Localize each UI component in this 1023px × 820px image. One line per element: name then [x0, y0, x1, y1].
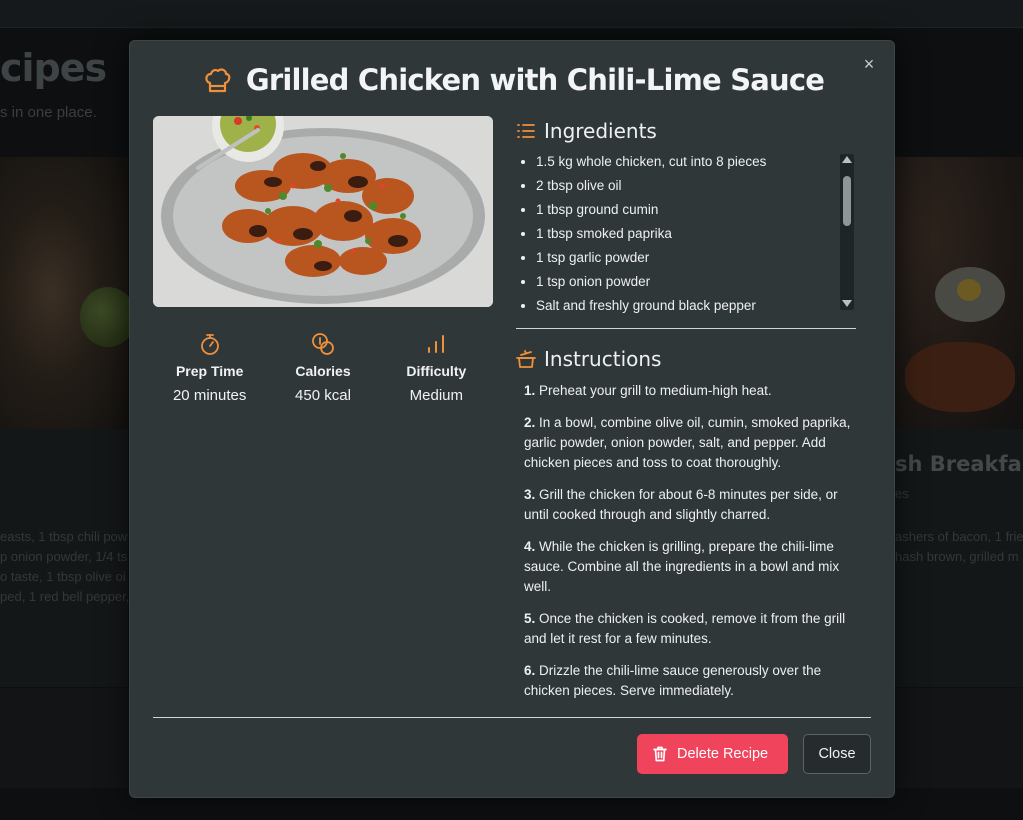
- instruction-step: 2. In a bowl, combine olive oil, cumin, …: [524, 413, 854, 473]
- background-recipe-image-right: [895, 157, 1023, 429]
- scroll-down-arrow-icon[interactable]: [842, 300, 852, 307]
- step-number: 5.: [524, 611, 536, 626]
- step-text: Once the chicken is cooked, remove it fr…: [524, 611, 846, 646]
- signal-bars-icon: [428, 335, 445, 353]
- divider: [516, 328, 856, 329]
- background-page-subtitle: s in one place.: [0, 104, 97, 121]
- ingredients-heading: Ingredients: [544, 119, 657, 143]
- ingredient-item: 1 tsp onion powder: [536, 272, 856, 296]
- step-number: 6.: [524, 663, 536, 678]
- stopwatch-icon: [200, 334, 219, 355]
- recipe-modal: × Grilled Chicken with Chili-Lime Sauce: [129, 40, 895, 798]
- ingredient-item: 1.5 kg whole chicken, cut into 8 pieces: [536, 152, 856, 176]
- step-number: 3.: [524, 487, 536, 502]
- background-card-text-line: p onion powder, 1/4 ts: [0, 549, 128, 564]
- background-card-text-line: ped, 1 red bell pepper,: [0, 589, 130, 604]
- lime-wedge: [80, 287, 136, 347]
- delete-recipe-label: Delete Recipe: [677, 746, 769, 762]
- stat-label: Prep Time: [175, 363, 244, 379]
- scroll-up-arrow-icon[interactable]: [842, 156, 852, 163]
- ingredients-header: Ingredients: [516, 119, 657, 143]
- beans: [905, 342, 1015, 412]
- background-card-subtitle: es: [895, 486, 909, 501]
- recipe-photo-illustration: [153, 116, 493, 307]
- background-page-heading: cipes: [0, 46, 107, 90]
- recipe-title: Grilled Chicken with Chili-Lime Sauce: [245, 63, 825, 97]
- step-text: Drizzle the chili-lime sauce generously …: [524, 663, 822, 698]
- step-number: 1.: [524, 383, 536, 398]
- instructions-header: Instructions: [516, 347, 661, 371]
- instruction-step: 6. Drizzle the chili-lime sauce generous…: [524, 661, 854, 701]
- step-number: 4.: [524, 539, 536, 554]
- footer-divider: [153, 717, 871, 718]
- ingredient-item: 1 tsp garlic powder: [536, 248, 856, 272]
- stat-difficulty: Difficulty Medium: [380, 331, 493, 404]
- instructions-list: 1. Preheat your grill to medium-high hea…: [524, 381, 854, 713]
- ingredients-scrollbar[interactable]: [840, 154, 854, 310]
- delete-recipe-button[interactable]: Delete Recipe: [637, 734, 788, 774]
- step-number: 2.: [524, 415, 536, 430]
- background-card-text-line: easts, 1 tbsp chili pow: [0, 529, 128, 544]
- coins-icon: [312, 333, 334, 355]
- instruction-step: 5. Once the chicken is cooked, remove it…: [524, 609, 854, 649]
- step-text: Grill the chicken for about 6-8 minutes …: [524, 487, 838, 522]
- trash-icon: [653, 746, 667, 762]
- ingredients-scroll-area[interactable]: 1.5 kg whole chicken, cut into 8 pieces …: [516, 152, 856, 314]
- scrollbar-thumb[interactable]: [843, 176, 851, 226]
- instruction-step: 3. Grill the chicken for about 6-8 minut…: [524, 485, 854, 525]
- ingredient-item: 1 tbsp smoked paprika: [536, 224, 856, 248]
- ingredient-item: 1 tbsp ground cumin: [536, 200, 856, 224]
- stat-label: Difficulty: [406, 363, 467, 379]
- instruction-step: 1. Preheat your grill to medium-high hea…: [524, 381, 854, 401]
- chef-hat-icon: [205, 68, 231, 93]
- ingredient-item: 2 tbsp olive oil: [536, 176, 856, 200]
- background-card-title: sh Breakfast: [895, 452, 1023, 476]
- instructions-heading: Instructions: [544, 347, 662, 371]
- step-text: In a bowl, combine olive oil, cumin, smo…: [524, 415, 851, 470]
- step-text: While the chicken is grilling, prepare t…: [524, 539, 840, 594]
- stat-value: 20 minutes: [172, 387, 247, 404]
- background-recipe-image-left: [0, 157, 136, 429]
- cooking-pot-icon: [516, 350, 536, 368]
- stat-calories: Calories 450 kcal: [266, 331, 379, 404]
- stat-prep-time: Prep Time 20 minutes: [153, 331, 266, 404]
- instruction-step: 4. While the chicken is grilling, prepar…: [524, 537, 854, 597]
- step-text: Preheat your grill to medium-high heat.: [539, 383, 772, 398]
- stat-value: Medium: [409, 387, 463, 404]
- modal-header: Grilled Chicken with Chili-Lime Sauce: [130, 63, 896, 97]
- stat-label: Calories: [295, 363, 351, 379]
- recipe-stats: Prep Time 20 minutes Calories 450 kcal D…: [153, 331, 493, 404]
- ingredient-item: Salt and freshly ground black pepper: [536, 296, 856, 314]
- close-button[interactable]: Close: [803, 734, 871, 774]
- stat-value: 450 kcal: [295, 387, 351, 404]
- background-card-text-line: o taste, 1 tbsp olive oi: [0, 569, 126, 584]
- list-icon: [517, 124, 535, 138]
- recipe-photo: [153, 116, 493, 307]
- background-card-text-line: hash brown, grilled m: [895, 549, 1019, 564]
- background-card-text-line: ashers of bacon, 1 frie: [895, 529, 1023, 544]
- ingredients-list: 1.5 kg whole chicken, cut into 8 pieces …: [516, 152, 856, 314]
- background-topbar: [0, 0, 1023, 28]
- egg-yolk: [957, 279, 981, 301]
